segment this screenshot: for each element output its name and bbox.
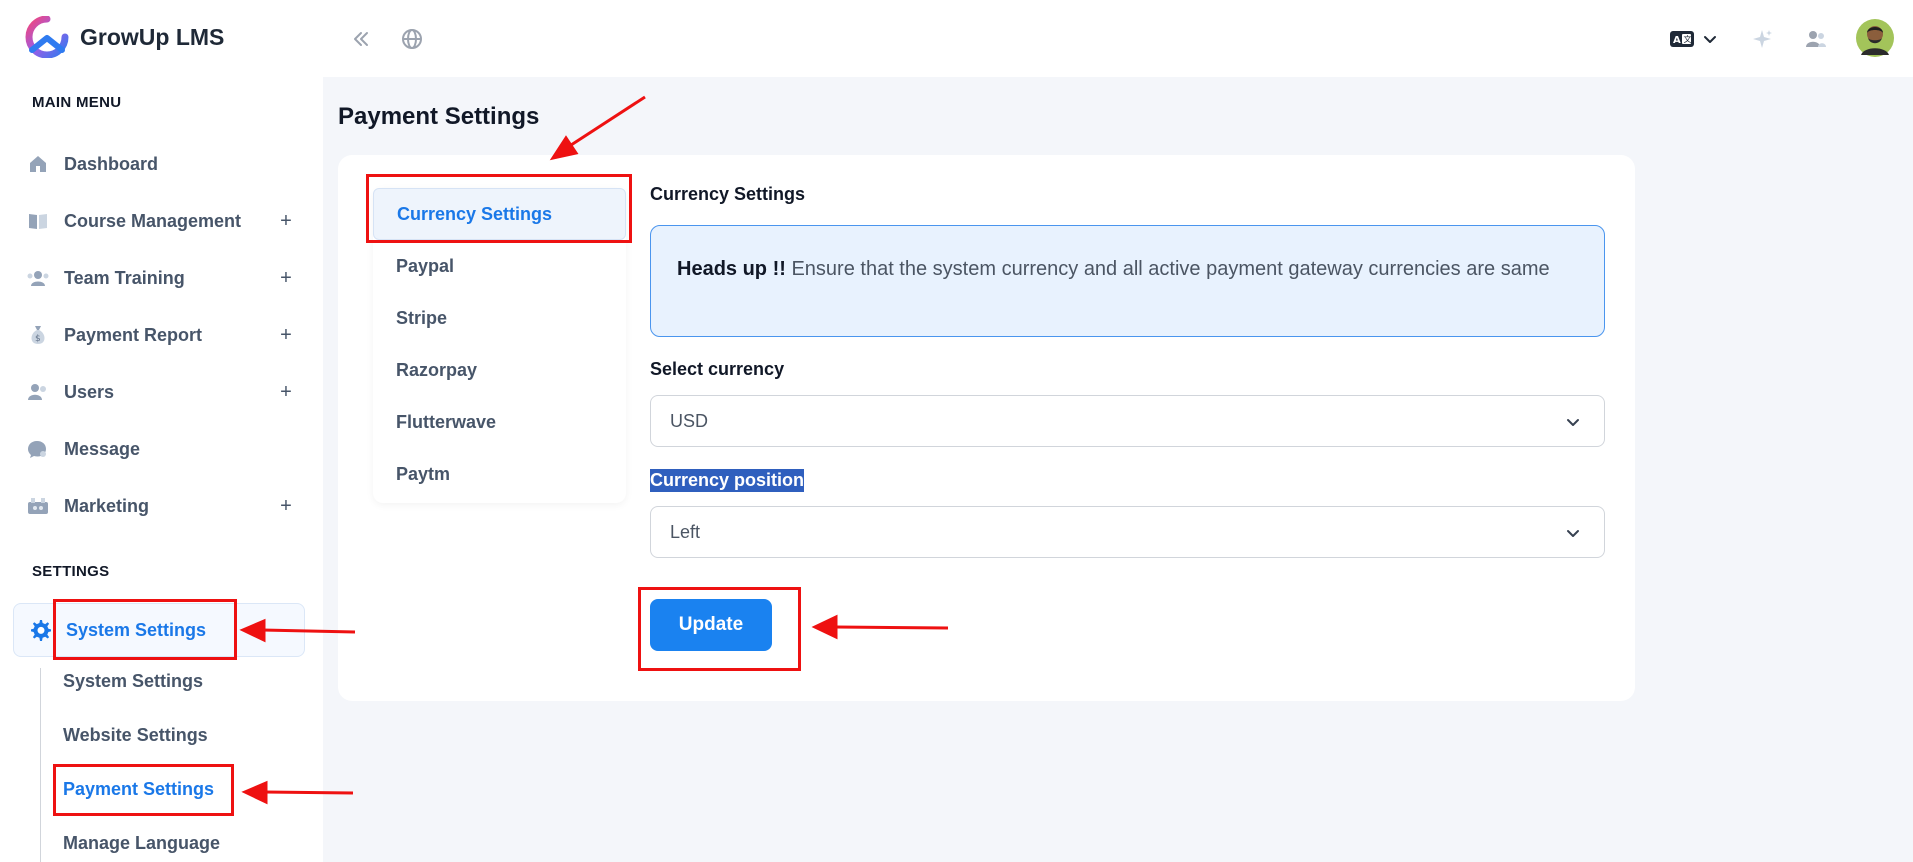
gear-icon [28,618,52,642]
plus-icon[interactable]: + [276,267,296,290]
sidebar-item-label: Users [64,381,115,402]
sidebar-item-dashboard[interactable]: Dashboard [26,144,296,184]
book-icon [26,209,50,233]
chevron-down-icon[interactable] [1695,24,1725,54]
sidebar-item-label: Message [64,438,141,459]
tab-razorpay[interactable]: Razorpay [373,344,626,396]
annotation-box-currency-tab [366,174,632,243]
top-bar: A文 [323,0,1913,77]
logo-icon [25,16,69,58]
sidebar-item-message[interactable]: Message [26,429,296,469]
annotation-box-system-settings [53,599,237,660]
collapse-icon[interactable] [346,24,376,54]
users-icon [26,380,50,404]
currency-select-value: USD [670,410,709,431]
sidebar-item-marketing[interactable]: Marketing + [26,486,296,526]
chevron-down-icon [1567,530,1579,537]
sidebar-item-label: Team Training [64,267,185,288]
chevron-down-icon [1567,419,1579,426]
tab-paypal[interactable]: Paypal [373,240,626,292]
megaphone-icon [26,494,50,518]
submenu-divider [40,668,41,862]
sidebar-item-label: Dashboard [64,153,159,174]
alert-text: Ensure that the system currency and all … [791,258,1550,280]
currency-position-label: Currency position [650,469,805,492]
sidebar-item-label: Course Management [64,210,242,231]
home-icon [26,152,50,176]
sidebar-item-label: Marketing [64,495,150,516]
currency-position-select[interactable]: Left [650,506,1605,558]
annotation-box-payment-settings [53,764,234,816]
currency-position-value: Left [670,521,701,542]
money-bag-icon: $ [26,323,50,347]
sidebar-item-users[interactable]: Users + [26,372,296,412]
brand[interactable]: GrowUp LMS [24,16,224,58]
svg-text:文: 文 [1684,34,1692,44]
app-name: GrowUp LMS [80,23,225,50]
annotation-box-update-button [638,587,801,671]
currency-select[interactable]: USD [650,395,1605,447]
avatar[interactable] [1856,19,1894,57]
team-icon [26,266,50,290]
users-icon[interactable] [1801,24,1831,54]
tab-stripe[interactable]: Stripe [373,292,626,344]
sidebar: GrowUp LMS MAIN MENU Dashboard Course Ma… [0,0,323,862]
plus-icon[interactable]: + [276,210,296,233]
chat-icon [26,437,50,461]
alert-heading: Heads up !! [677,258,786,280]
language-icon[interactable]: A文 [1667,24,1697,54]
submenu-item-system-settings[interactable]: System Settings [63,671,203,692]
sidebar-item-payment-report[interactable]: $ Payment Report + [26,315,296,355]
section-title: Currency Settings [650,184,806,204]
sidebar-item-team-training[interactable]: Team Training + [26,258,296,298]
globe-icon[interactable] [397,24,427,54]
tab-flutterwave[interactable]: Flutterwave [373,396,626,448]
sidebar-item-course-management[interactable]: Course Management + [26,201,296,241]
info-alert: Heads up !! Ensure that the system curre… [650,225,1605,337]
submenu-item-website-settings[interactable]: Website Settings [63,725,208,746]
sidebar-item-label: Payment Report [64,324,203,345]
svg-text:$: $ [35,334,41,344]
sparkle-icon[interactable] [1747,24,1777,54]
tab-paytm[interactable]: Paytm [373,448,626,500]
submenu-item-manage-language[interactable]: Manage Language [63,833,220,854]
svg-text:A: A [1673,35,1681,46]
page-title: Payment Settings [338,103,540,130]
plus-icon[interactable]: + [276,324,296,347]
plus-icon[interactable]: + [276,381,296,404]
main-menu-heading: MAIN MENU [32,94,122,111]
plus-icon[interactable]: + [276,495,296,518]
currency-label: Select currency [650,359,785,379]
settings-heading: SETTINGS [32,563,110,580]
